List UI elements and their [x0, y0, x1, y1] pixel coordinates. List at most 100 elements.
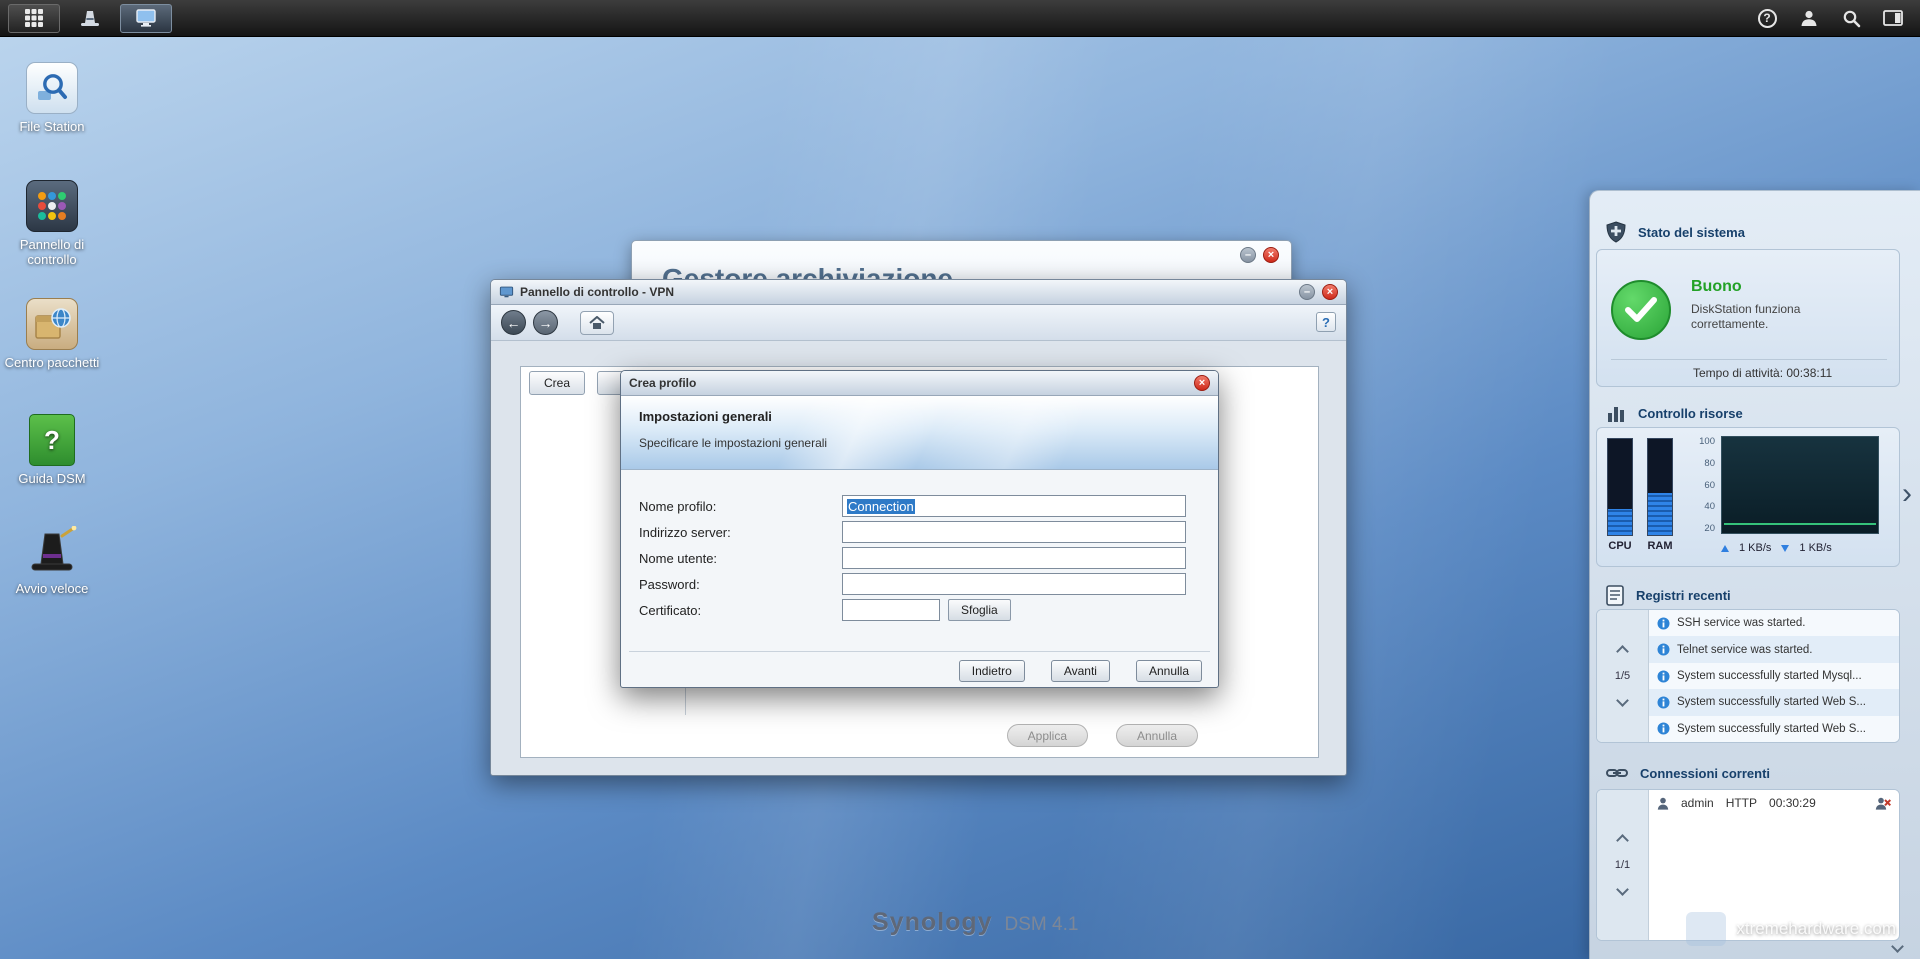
log-row[interactable]: System successfully started Mysql...	[1649, 662, 1899, 690]
system-status-title: Stato del sistema	[1638, 224, 1745, 240]
close-button[interactable]: ×	[1263, 247, 1279, 263]
log-row[interactable]: System successfully started Web S...	[1649, 689, 1899, 716]
username-input[interactable]	[842, 547, 1186, 569]
forward-button[interactable]: →	[533, 310, 558, 335]
connections-page-up-icon[interactable]	[1616, 834, 1629, 847]
vpn-toolbar: ← → ?	[491, 305, 1346, 341]
dialog-close-button[interactable]: ×	[1194, 375, 1210, 391]
network-speeds: 1 KB/s 1 KB/s	[1721, 542, 1832, 554]
field-row-password: Password:	[639, 572, 1200, 596]
back-step-button[interactable]: Indietro	[958, 660, 1025, 682]
status-ok-icon	[1611, 280, 1671, 340]
main-menu-button[interactable]	[8, 3, 60, 33]
log-row[interactable]: SSH service was started.	[1649, 610, 1899, 637]
log-row[interactable]: Telnet service was started.	[1649, 636, 1899, 663]
dsm-branding: Synology DSM 4.1	[872, 908, 1078, 937]
desktop-icon-package-center[interactable]: Centro pacchetti	[0, 298, 104, 370]
server-address-input[interactable]	[842, 521, 1186, 543]
connections-page-down-icon[interactable]	[1616, 883, 1629, 896]
connections-pager: 1/1	[1597, 790, 1649, 940]
vpn-help-button[interactable]: ?	[1316, 312, 1336, 332]
status-description-line1: DiskStation funziona	[1691, 302, 1801, 316]
download-arrow-icon	[1781, 544, 1790, 552]
connection-row[interactable]: admin HTTP 00:30:29	[1649, 790, 1899, 816]
create-profile-dialog: Crea profilo × Impostazioni generali Spe…	[620, 370, 1219, 688]
username-label: Nome utente:	[639, 550, 718, 566]
widgets-toggle-icon[interactable]	[1882, 7, 1904, 29]
vpn-window-title: Pannello di controllo - VPN	[520, 285, 675, 299]
resource-monitor-header: Controllo risorse	[1606, 403, 1743, 423]
dialog-section-title: Impostazioni generali	[639, 409, 772, 424]
chart-scale: 100 80 60 40 20	[1685, 436, 1715, 534]
bar-chart-icon	[1608, 407, 1624, 422]
desktop-icon-quick-start[interactable]: Avvio veloce	[0, 524, 104, 596]
user-silhouette-icon	[1801, 10, 1817, 26]
certificate-input[interactable]	[842, 599, 940, 621]
logs-page-down-icon[interactable]	[1616, 694, 1629, 707]
log-row[interactable]: System successfully started Web S...	[1649, 715, 1899, 742]
kick-user-icon[interactable]	[1875, 797, 1891, 810]
dialog-header-band: Impostazioni generali Specificare le imp…	[621, 396, 1218, 470]
scale-tick: 40	[1704, 501, 1715, 513]
dialog-cancel-button[interactable]: Annulla	[1135, 660, 1202, 682]
file-station-icon	[26, 62, 78, 114]
upload-speed: 1 KB/s	[1739, 542, 1772, 554]
vpn-window-titlebar[interactable]: Pannello di controllo - VPN – ×	[491, 280, 1346, 305]
dsm-version: DSM 4.1	[1004, 914, 1079, 935]
create-button[interactable]: Crea	[529, 371, 586, 395]
desktop-background: ? File Station Pannello di controllo Cen…	[0, 0, 1920, 959]
home-button[interactable]	[580, 310, 614, 335]
server-address-label: Indirizzo server:	[639, 524, 731, 540]
next-step-button[interactable]: Avanti	[1050, 660, 1110, 682]
help-glyph: ?	[1757, 8, 1777, 28]
taskbar-right: ?	[1756, 7, 1920, 29]
recent-logs-title: Registri recenti	[1636, 588, 1731, 603]
system-status-header: Stato del sistema	[1606, 221, 1745, 243]
password-input[interactable]	[842, 573, 1186, 595]
browse-button[interactable]: Sfoglia	[948, 599, 1011, 621]
apply-button[interactable]: Applica	[1006, 724, 1088, 747]
shield-icon	[1606, 221, 1626, 243]
search-icon[interactable]	[1840, 7, 1862, 29]
document-icon	[1606, 585, 1624, 606]
log-text: SSH service was started.	[1677, 617, 1806, 630]
scale-tick: 20	[1704, 523, 1715, 534]
current-connections-header: Connessioni correnti	[1606, 765, 1770, 781]
back-button[interactable]: ←	[501, 310, 526, 335]
taskbar: ?	[0, 0, 1920, 37]
window-monitor-icon	[499, 286, 514, 297]
desktop-icon-control-panel[interactable]: Pannello di controllo	[0, 180, 104, 267]
cancel-button[interactable]: Annulla	[1115, 724, 1198, 747]
field-row-profile-name: Nome profilo: Connection	[639, 494, 1200, 518]
desktop-icon-dsm-help[interactable]: ? Guida DSM	[0, 414, 104, 486]
connections-page-indicator: 1/1	[1614, 859, 1631, 871]
info-icon	[1657, 722, 1670, 735]
resource-expand-button[interactable]: ›	[1902, 479, 1912, 509]
system-status-box: Buono DiskStation funziona correttamente…	[1596, 249, 1900, 387]
taskbar-window-button[interactable]	[120, 3, 172, 33]
log-text: Telnet service was started.	[1677, 643, 1813, 656]
recent-logs-box: 1/5 SSH service was started. Telnet serv…	[1596, 609, 1900, 743]
profile-name-input[interactable]: Connection	[842, 495, 1186, 517]
logs-list: SSH service was started. Telnet service …	[1649, 610, 1899, 742]
panel-layout-icon	[1883, 10, 1903, 26]
cpu-label: CPU	[1608, 540, 1632, 552]
home-icon	[589, 315, 605, 329]
profile-name-label: Nome profilo:	[639, 498, 717, 514]
widgets-panel: Stato del sistema Buono DiskStation funz…	[1589, 190, 1920, 959]
close-button[interactable]: ×	[1322, 284, 1338, 300]
minimize-button[interactable]: –	[1240, 247, 1256, 263]
help-icon[interactable]: ?	[1756, 7, 1778, 29]
user-icon[interactable]	[1798, 7, 1820, 29]
desktop-icon-label: Centro pacchetti	[4, 355, 100, 370]
upload-arrow-icon	[1721, 544, 1729, 552]
dialog-titlebar[interactable]: Crea profilo ×	[621, 371, 1218, 396]
minimize-button[interactable]: –	[1299, 284, 1315, 300]
quick-launch-button[interactable]	[70, 4, 110, 33]
desktop-icon-file-station[interactable]: File Station	[0, 62, 104, 134]
ram-label: RAM	[1647, 540, 1673, 552]
storage-window-controls: – ×	[1240, 247, 1279, 263]
logs-page-up-icon[interactable]	[1616, 645, 1629, 658]
recent-logs-header: Registri recenti	[1606, 585, 1731, 606]
link-icon	[1606, 769, 1628, 777]
